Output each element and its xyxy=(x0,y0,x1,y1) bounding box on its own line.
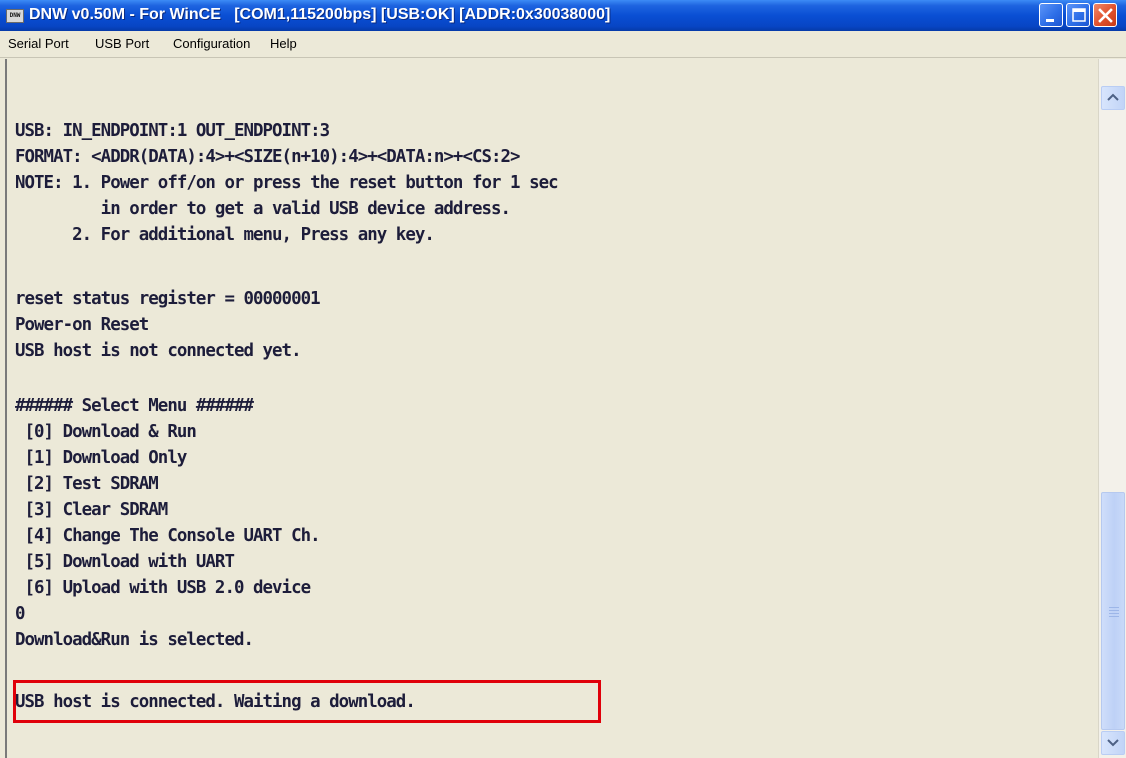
minimize-button[interactable] xyxy=(1039,3,1063,27)
chevron-up-icon xyxy=(1107,93,1119,101)
minimize-icon xyxy=(1046,19,1054,22)
scroll-down-button[interactable] xyxy=(1101,731,1125,755)
console-line: reset status register = 00000001 xyxy=(15,289,321,309)
console-line: [4] Change The Console UART Ch. xyxy=(15,526,321,546)
console-line: ###### Select Menu ###### xyxy=(15,396,254,416)
console-line: Power-on Reset xyxy=(15,315,149,335)
console-line: 0 xyxy=(15,604,25,624)
scroll-up-button[interactable] xyxy=(1101,86,1125,110)
title-bar[interactable]: DNW DNW v0.50M - For WinCE [COM1,115200b… xyxy=(0,0,1126,31)
console-line: 2. For additional menu, Press any key. xyxy=(15,225,435,245)
thumb-grip xyxy=(1109,616,1119,617)
console-line: USB: IN_ENDPOINT:1 OUT_ENDPOINT:3 xyxy=(15,121,330,141)
chevron-down-icon xyxy=(1107,739,1119,747)
scroll-thumb[interactable] xyxy=(1101,492,1125,730)
maximize-button[interactable] xyxy=(1066,3,1090,27)
console-output[interactable]: USB: IN_ENDPOINT:1 OUT_ENDPOINT:3 FORMAT… xyxy=(5,59,1098,758)
console-line: in order to get a valid USB device addre… xyxy=(15,199,511,219)
console-line: [5] Download with UART xyxy=(15,552,235,572)
maximize-icon xyxy=(1072,8,1086,22)
menu-bar: Serial Port USB Port Configuration Help xyxy=(0,31,1126,58)
menu-serial-port[interactable]: Serial Port xyxy=(8,36,69,51)
console-line: FORMAT: <ADDR(DATA):4>+<SIZE(n+10):4>+<D… xyxy=(15,147,521,167)
menu-help[interactable]: Help xyxy=(270,36,297,51)
console-line: [3] Clear SDRAM xyxy=(15,500,169,520)
console-line: Download&Run is selected. xyxy=(15,630,254,650)
highlight-box xyxy=(13,680,601,723)
console-line: [6] Upload with USB 2.0 device xyxy=(15,578,312,598)
menu-usb-port[interactable]: USB Port xyxy=(95,36,149,51)
console-line: [1] Download Only xyxy=(15,448,188,468)
thumb-grip xyxy=(1109,607,1119,608)
thumb-grip xyxy=(1109,613,1119,614)
window-title: DNW v0.50M - For WinCE [COM1,115200bps] … xyxy=(29,6,611,23)
menu-configuration[interactable]: Configuration xyxy=(173,36,250,51)
vertical-scrollbar[interactable] xyxy=(1098,59,1126,758)
close-icon xyxy=(1098,8,1113,23)
thumb-grip xyxy=(1109,610,1119,611)
app-icon: DNW xyxy=(6,9,24,23)
console-line: NOTE: 1. Power off/on or press the reset… xyxy=(15,173,559,193)
dnw-window: DNW DNW v0.50M - For WinCE [COM1,115200b… xyxy=(0,0,1126,758)
console-line: USB host is not connected yet. xyxy=(15,341,302,361)
close-button[interactable] xyxy=(1093,3,1117,27)
console-line: [2] Test SDRAM xyxy=(15,474,159,494)
console-line: [0] Download & Run xyxy=(15,422,197,442)
